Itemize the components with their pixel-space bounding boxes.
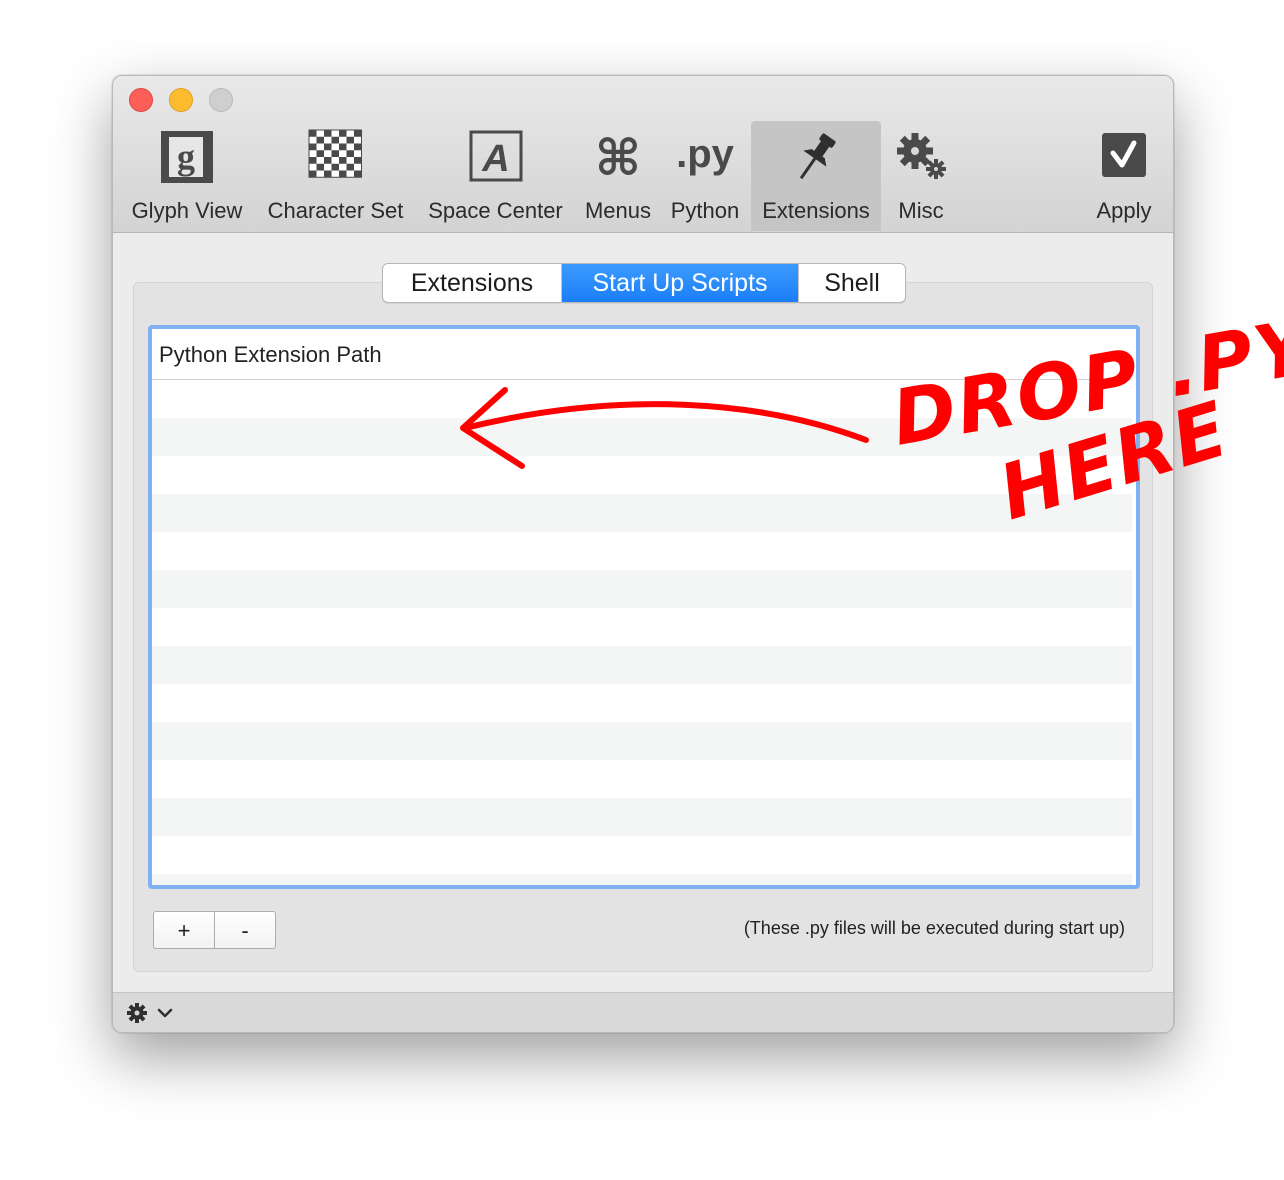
svg-text:g: g xyxy=(177,137,195,177)
toolbar-item-character-set[interactable]: Character Set xyxy=(263,121,408,231)
table-row[interactable] xyxy=(152,456,1132,494)
tab-segmented-control: Extensions Start Up Scripts Shell xyxy=(382,263,906,303)
table-row[interactable] xyxy=(152,722,1132,760)
svg-text:.py: .py xyxy=(676,132,735,176)
zoom-button[interactable] xyxy=(209,88,233,112)
apply-check-icon xyxy=(1085,129,1163,187)
tab-start-up-scripts[interactable]: Start Up Scripts xyxy=(562,264,799,302)
minimize-button[interactable] xyxy=(169,88,193,112)
table-header[interactable]: Python Extension Path xyxy=(152,329,1132,380)
bottom-bar xyxy=(113,992,1173,1032)
add-button[interactable]: + xyxy=(154,912,215,948)
column-header-python-extension-path[interactable]: Python Extension Path xyxy=(159,342,382,368)
svg-text:⌘: ⌘ xyxy=(595,129,641,185)
startup-hint-text: (These .py files will be executed during… xyxy=(743,918,1125,938)
remove-button[interactable]: - xyxy=(215,912,275,948)
add-remove-buttons: + - xyxy=(153,911,276,949)
toolbar-item-python[interactable]: .py Python xyxy=(668,121,742,231)
glyph-view-icon: g xyxy=(123,129,251,187)
tab-shell[interactable]: Shell xyxy=(799,264,905,302)
table-row[interactable] xyxy=(152,570,1132,608)
table-row[interactable] xyxy=(152,418,1132,456)
toolbar-item-glyph-view[interactable]: g Glyph View xyxy=(123,121,251,231)
table-row[interactable] xyxy=(152,874,1132,885)
toolbar-label: Apply xyxy=(1096,198,1152,223)
toolbar-label: Python xyxy=(670,198,740,223)
toolbar-item-misc[interactable]: Misc xyxy=(889,121,953,231)
table-row[interactable] xyxy=(152,494,1132,532)
checkerboard-icon xyxy=(263,129,408,187)
command-icon: ⌘ xyxy=(581,129,655,187)
table-row[interactable] xyxy=(152,646,1132,684)
toolbar-label: Misc xyxy=(898,198,944,223)
table-row[interactable] xyxy=(152,760,1132,798)
toolbar-label: Space Center xyxy=(428,198,563,223)
toolbar-label: Character Set xyxy=(267,198,404,223)
table-row[interactable] xyxy=(152,532,1132,570)
table-row[interactable] xyxy=(152,836,1132,874)
gears-icon xyxy=(889,129,953,187)
toolbar-item-menus[interactable]: ⌘ Menus xyxy=(581,121,655,231)
toolbar-label: Menus xyxy=(584,198,652,223)
python-icon: .py xyxy=(668,129,742,187)
close-button[interactable] xyxy=(129,88,153,112)
toolbar-item-apply[interactable]: Apply xyxy=(1085,121,1163,231)
extension-path-table[interactable]: Python Extension Path xyxy=(148,325,1140,889)
titlebar-toolbar: g Glyph View Character Set A Space Cente… xyxy=(113,76,1173,233)
table-row[interactable] xyxy=(152,380,1132,418)
pushpin-icon xyxy=(751,129,881,187)
action-menu-button[interactable] xyxy=(125,1001,185,1027)
toolbar-label: Extensions xyxy=(762,198,870,223)
toolbar-label: Glyph View xyxy=(131,198,243,223)
svg-text:A: A xyxy=(481,138,509,180)
toolbar-item-extensions[interactable]: Extensions xyxy=(751,121,881,231)
table-row[interactable] xyxy=(152,684,1132,722)
table-row[interactable] xyxy=(152,608,1132,646)
chevron-down-icon xyxy=(157,1008,173,1018)
preferences-window: g Glyph View Character Set A Space Cente… xyxy=(112,75,1174,1033)
toolbar-item-space-center[interactable]: A Space Center xyxy=(423,121,568,231)
table-row[interactable] xyxy=(152,798,1132,836)
tab-extensions[interactable]: Extensions xyxy=(383,264,562,302)
space-center-icon: A xyxy=(423,129,568,187)
